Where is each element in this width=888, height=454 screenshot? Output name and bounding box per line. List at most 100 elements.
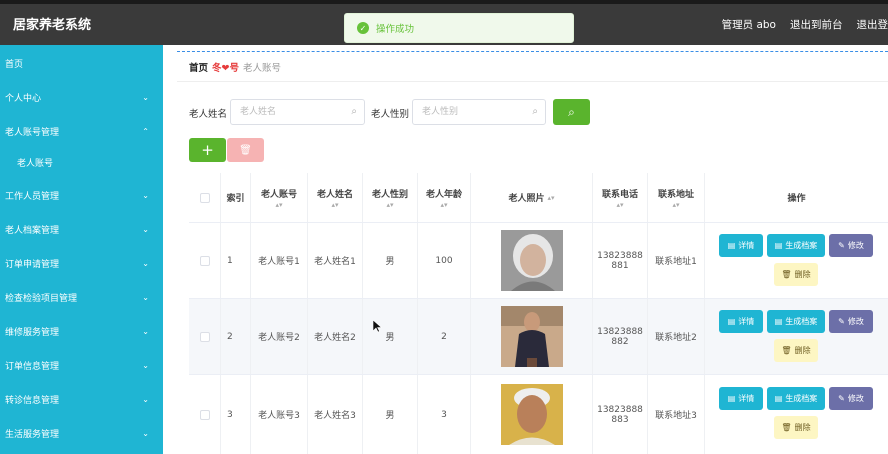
file-icon: ▤ — [727, 317, 736, 326]
add-button[interactable]: + — [189, 138, 226, 162]
cell-phone: 13823888 881 — [593, 223, 648, 298]
sidebar-item-life-service-mgmt[interactable]: 生活服务管理 ⌄ — [0, 418, 163, 448]
sort-icon: ▴▾ — [547, 193, 555, 202]
table-row: 1 老人账号1 老人姓名1 男 100 13823888 881 联系地址1 ▤ 详… — [189, 223, 888, 298]
header-photo[interactable]: 老人照片 ▴▾ — [471, 173, 593, 222]
button-label: 生成档案 — [785, 394, 818, 403]
gender-search-input[interactable]: ⌕ — [412, 99, 546, 125]
header-account[interactable]: 老人账号 ▴▾ — [251, 173, 308, 222]
header-actions: 操作 — [705, 173, 888, 222]
detail-button[interactable]: ▤ 详情 — [719, 387, 763, 410]
button-label: 详情 — [738, 241, 755, 250]
name-filter-label: 老人姓名 — [189, 109, 228, 120]
cell-actions: ▤ 详情 ▤ 生成档案 ✎ 修改 🗑 删除 — [705, 299, 888, 374]
elder-photo[interactable] — [500, 384, 563, 445]
sort-icon: ▴▾ — [440, 200, 448, 209]
cell-account: 老人账号3 — [251, 375, 308, 454]
button-label: 生成档案 — [785, 241, 818, 250]
header-select-all — [189, 173, 221, 222]
select-all-checkbox[interactable] — [199, 192, 210, 203]
sidebar-item-home[interactable]: 首页 — [0, 48, 163, 78]
elder-photo[interactable] — [500, 306, 563, 367]
success-toast: ✓ 操作成功 — [344, 13, 574, 43]
generate-archive-button[interactable]: ▤ 生成档案 — [767, 234, 825, 257]
row-select — [189, 375, 221, 454]
generate-archive-button[interactable]: ▤ 生成档案 — [767, 387, 825, 410]
breadcrumb-home[interactable]: 首页 — [189, 63, 208, 74]
sidebar-item-label: 老人账号 — [17, 158, 54, 169]
header-gender[interactable]: 老人性别 ▴▾ — [363, 173, 418, 222]
generate-archive-button[interactable]: ▤ 生成档案 — [767, 310, 825, 333]
header-age[interactable]: 老人年龄 ▴▾ — [418, 173, 471, 222]
cell-index: 2 — [221, 299, 251, 374]
button-label: 删除 — [794, 270, 811, 279]
search-button[interactable]: ⌕ — [553, 99, 590, 125]
logout-link[interactable]: 退出登 — [857, 17, 888, 32]
file-icon: ▤ — [727, 241, 736, 250]
search-icon: ⌕ — [568, 104, 575, 119]
edit-button[interactable]: ✎ 修改 — [829, 310, 873, 333]
header-label: 联系电话 — [601, 189, 638, 200]
sidebar-item-repair-service-mgmt[interactable]: 维修服务管理 ⌄ — [0, 316, 163, 346]
header-address[interactable]: 联系地址 ▴▾ — [648, 173, 705, 222]
button-label: 修改 — [847, 241, 864, 250]
cell-name: 老人姓名3 — [308, 375, 363, 454]
elder-photo[interactable] — [500, 230, 563, 291]
cell-actions: ▤ 详情 ▤ 生成档案 ✎ 修改 🗑 删除 — [705, 375, 888, 454]
sidebar-item-elder-archive-mgmt[interactable]: 老人档案管理 ⌄ — [0, 214, 163, 244]
delete-button[interactable]: 🗑 删除 — [774, 263, 818, 286]
delete-button[interactable]: 🗑 删除 — [774, 339, 818, 362]
delete-button[interactable]: 🗑 删除 — [774, 416, 818, 439]
sidebar-item-staff-mgmt[interactable]: 工作人员管理 ⌄ — [0, 180, 163, 210]
toast-message: 操作成功 — [376, 24, 415, 35]
sidebar-item-label: 订单信息管理 — [5, 361, 60, 372]
sidebar-item-elder-account[interactable]: 老人账号 — [0, 147, 163, 177]
edit-button[interactable]: ✎ 修改 — [829, 387, 873, 410]
row-checkbox[interactable] — [199, 409, 210, 420]
edit-button[interactable]: ✎ 修改 — [829, 234, 873, 257]
button-label: 删除 — [794, 346, 811, 355]
back-to-front-link[interactable]: 退出到前台 — [790, 17, 843, 32]
chevron-down-icon: ⌄ — [142, 224, 149, 234]
header-label: 老人年龄 — [425, 189, 462, 200]
cell-address: 联系地址1 — [648, 223, 705, 298]
cell-index: 1 — [221, 223, 251, 298]
header-phone[interactable]: 联系电话 ▴▾ — [593, 173, 648, 222]
header-label: 索引 — [226, 194, 245, 204]
name-input-field[interactable] — [231, 100, 364, 124]
cell-actions: ▤ 详情 ▤ 生成档案 ✎ 修改 🗑 删除 — [705, 223, 888, 298]
batch-delete-button[interactable]: 🗑 — [227, 138, 264, 162]
button-label: 生成档案 — [785, 317, 818, 326]
detail-button[interactable]: ▤ 详情 — [719, 310, 763, 333]
detail-button[interactable]: ▤ 详情 — [719, 234, 763, 257]
sidebar-item-label: 转诊信息管理 — [5, 395, 60, 406]
phone-line: 882 — [611, 336, 629, 347]
table-row: 3 老人账号3 老人姓名3 男 3 13823888 883 联系地址3 ▤ 详情 … — [189, 375, 888, 454]
table-header-row: 索引 老人账号 ▴▾ 老人姓名 ▴▾ 老人性别 ▴▾ 老人年龄 ▴▾ 老人照片 ▴▾ 联系… — [189, 173, 888, 222]
cell-phone: 13823888 882 — [593, 299, 648, 374]
sidebar-item-order-info-mgmt[interactable]: 订单信息管理 ⌄ — [0, 350, 163, 380]
chevron-down-icon: ⌄ — [142, 394, 149, 404]
sidebar-item-order-request-mgmt[interactable]: 订单申请管理 ⌄ — [0, 248, 163, 278]
chevron-down-icon: ⌄ — [142, 326, 149, 336]
cell-address: 联系地址3 — [648, 375, 705, 454]
cell-name: 老人姓名1 — [308, 223, 363, 298]
sidebar-item-referral-mgmt[interactable]: 转诊信息管理 ⌄ — [0, 384, 163, 414]
sidebar: 首页 个人中心 ⌄ 老人账号管理 ⌃ 老人账号 工作人员管理 ⌄ 老人档案管理 … — [0, 45, 163, 454]
sidebar-item-elder-account-mgmt[interactable]: 老人账号管理 ⌃ — [0, 116, 163, 146]
header-label: 老人账号 — [260, 189, 297, 200]
sidebar-item-inspection-mgmt[interactable]: 检查检验项目管理 ⌄ — [0, 282, 163, 312]
header-label: 老人性别 — [371, 189, 408, 200]
sort-icon: ▴▾ — [616, 200, 624, 209]
edit-icon: ✎ — [838, 394, 845, 403]
table-row: 2 老人账号2 老人姓名2 男 2 13823888 882 联系地址2 ▤ 详情 … — [189, 299, 888, 374]
name-search-input[interactable]: ⌕ — [230, 99, 365, 125]
gender-input-field[interactable] — [413, 100, 545, 124]
breadcrumb-divider — [177, 81, 888, 82]
trash-icon: 🗑 — [239, 144, 252, 156]
header-name[interactable]: 老人姓名 ▴▾ — [308, 173, 363, 222]
row-checkbox[interactable] — [199, 331, 210, 342]
button-label: 修改 — [847, 394, 864, 403]
row-checkbox[interactable] — [199, 255, 210, 266]
sidebar-item-personal-center[interactable]: 个人中心 ⌄ — [0, 82, 163, 112]
